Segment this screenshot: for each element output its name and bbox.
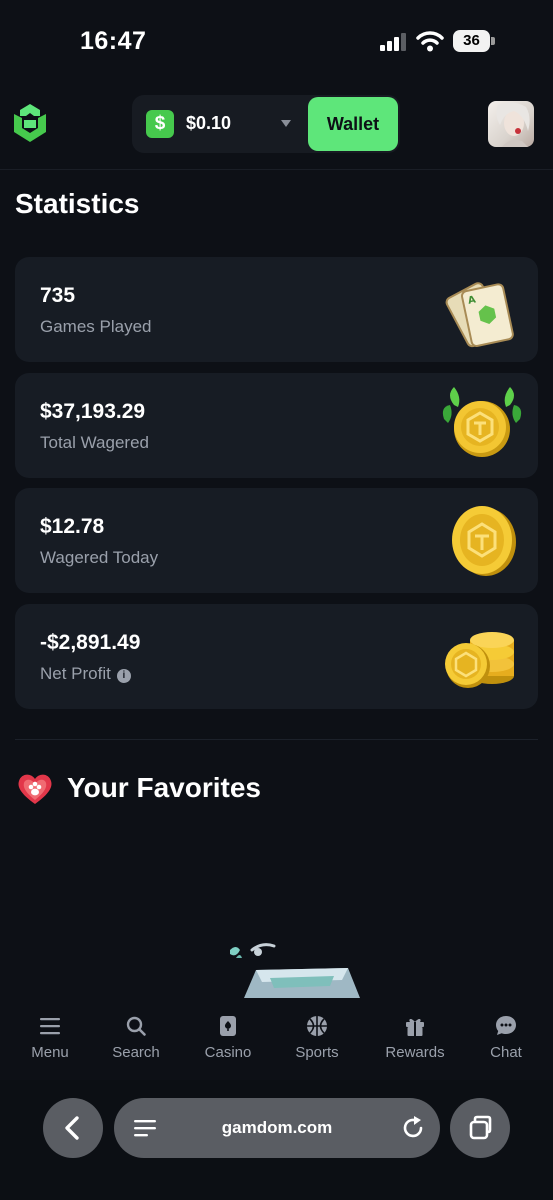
gift-icon	[406, 1018, 424, 1036]
avatar[interactable]	[488, 101, 534, 147]
stat-value: -$2,891.49	[40, 631, 141, 654]
url-text: gamdom.com	[221, 1118, 333, 1137]
nav-item-casino[interactable]: Casino	[192, 1012, 264, 1068]
address-bar[interactable]: gamdom.com	[114, 1098, 440, 1158]
balance-selector[interactable]: $ $0.10 Wallet	[132, 95, 400, 153]
nav-item-search[interactable]: Search	[100, 1012, 172, 1068]
app-screen: 16:47 36 $ $0.10 Wallet Statistics 735 G…	[0, 0, 553, 1200]
favorites-title: Your Favorites	[67, 772, 261, 803]
wifi-icon	[416, 31, 444, 52]
tabs-icon	[469, 1115, 492, 1140]
sports-icon	[307, 1016, 327, 1036]
nav-label: Casino	[204, 1044, 252, 1061]
brand-logo-icon[interactable]	[14, 104, 46, 142]
nav-label: Chat	[490, 1044, 522, 1061]
coin-icon	[452, 506, 516, 576]
dollar-currency-icon: $	[146, 110, 174, 138]
nav-item-rewards[interactable]: Rewards	[375, 1012, 455, 1068]
app-header: $ $0.10 Wallet	[0, 82, 553, 170]
battery-icon: 36	[453, 30, 495, 52]
nav-label: Rewards	[385, 1044, 445, 1061]
casino-icon	[220, 1016, 236, 1036]
browser-toolbar: gamdom.com	[0, 1080, 553, 1200]
stat-label: Net Profit i	[40, 664, 131, 684]
info-icon[interactable]: i	[116, 669, 131, 683]
stat-label: Wagered Today	[40, 548, 159, 567]
stat-value: $12.78	[40, 515, 105, 538]
nav-label: Search	[112, 1044, 160, 1061]
statistics-title: Statistics	[15, 188, 140, 219]
nav-item-chat[interactable]: Chat	[470, 1012, 542, 1068]
status-bar: 16:47 36	[0, 0, 553, 82]
search-icon	[126, 1016, 146, 1036]
battery-tip	[491, 37, 495, 45]
chevron-down-icon[interactable]	[281, 120, 291, 127]
stat-label: Games Played	[40, 317, 152, 336]
stat-value: $37,193.29	[40, 400, 146, 423]
empty-favorites-illustration	[230, 943, 360, 998]
bottom-nav: Menu Search Casino Sports Rewards Chat	[0, 998, 553, 1080]
section-divider	[15, 739, 538, 740]
avatar-image	[496, 102, 530, 147]
coin-leaves-icon	[442, 387, 522, 457]
chevron-left-icon	[65, 1116, 79, 1140]
nav-label: Menu	[31, 1044, 69, 1061]
cards-icon: A	[445, 282, 514, 348]
browser-back-button[interactable]	[43, 1098, 103, 1158]
wallet-button[interactable]: Wallet	[308, 97, 398, 151]
browser-tabs-button[interactable]	[450, 1098, 510, 1158]
battery-level: 36	[453, 30, 490, 52]
status-time: 16:47	[80, 27, 147, 55]
stat-card-games-played: 735 Games Played A	[15, 257, 538, 362]
reload-icon[interactable]	[400, 1115, 426, 1141]
stat-label: Total Wagered	[40, 433, 149, 452]
stat-card-total-wagered: $37,193.29 Total Wagered	[15, 373, 538, 478]
menu-icon	[40, 1018, 60, 1035]
chat-icon	[496, 1016, 516, 1035]
heart-icon	[18, 774, 52, 804]
signal-icon	[380, 33, 406, 51]
stat-card-wagered-today: $12.78 Wagered Today	[15, 488, 538, 593]
nav-label: Sports	[295, 1044, 339, 1061]
coin-stack-icon	[445, 632, 514, 688]
nav-item-menu[interactable]: Menu	[14, 1012, 86, 1068]
stat-label-text: Net Profit	[40, 664, 111, 683]
stat-value: 735	[40, 284, 76, 307]
nav-item-sports[interactable]: Sports	[281, 1012, 353, 1068]
balance-amount: $0.10	[186, 113, 232, 133]
stat-card-net-profit: -$2,891.49 Net Profit i	[15, 604, 538, 709]
